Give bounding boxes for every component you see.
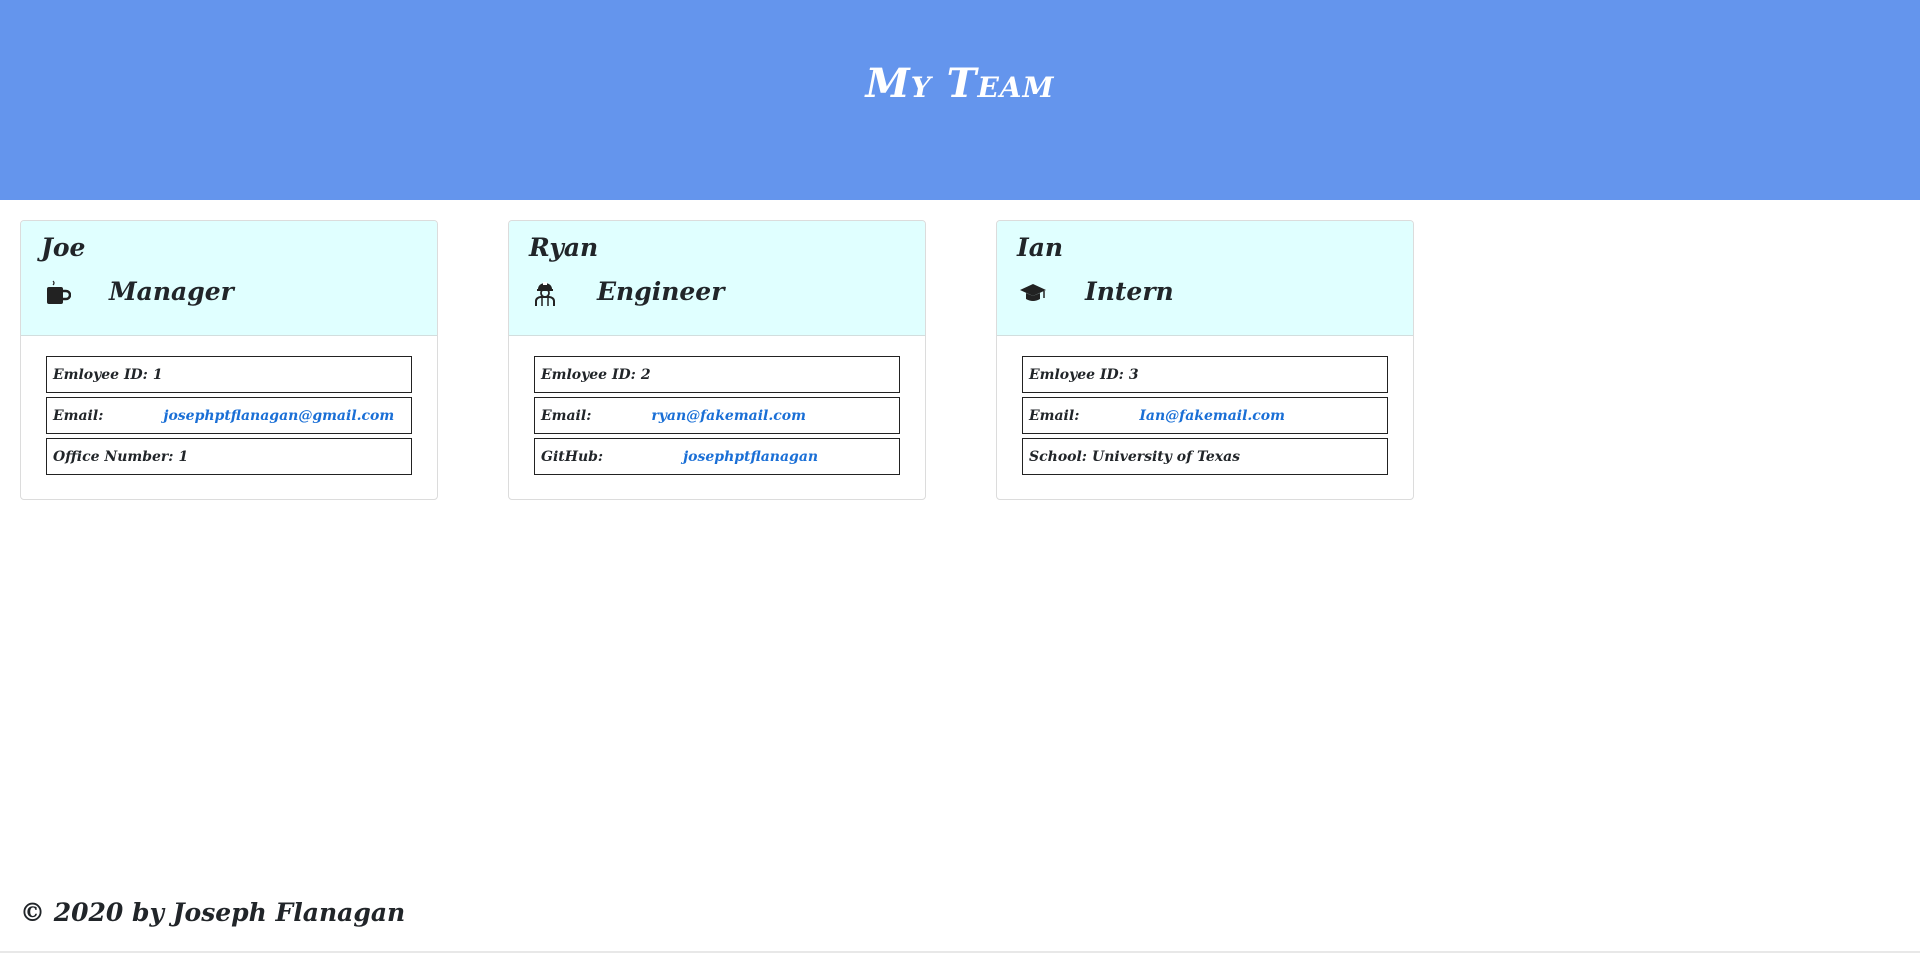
card-header: Joe Manager [21,221,437,336]
employee-id-row: Emloyee ID: 2 [534,356,900,393]
employee-card-engineer: Ryan Engineer Emloyee ID: 2 Email: ryan@… [508,220,926,500]
employee-id-label: Emloyee ID: [53,366,148,383]
card-header: Ian Intern [997,221,1413,336]
engineer-icon [535,282,555,306]
employee-name: Joe [41,233,86,262]
email-link[interactable]: josephptflanagan@gmail.com [163,408,394,424]
github-row: GitHub: josephptflanagan [534,438,900,475]
office-number-value: 1 [178,448,189,465]
card-body: Emloyee ID: 3 Email: Ian@fakemail.com Sc… [997,336,1413,475]
employee-id-value: 2 [640,366,651,383]
employee-card-manager: Joe Manager Emloyee ID: 1 Email: josephp… [20,220,438,500]
card-body: Emloyee ID: 2 Email: ryan@fakemail.com G… [509,336,925,475]
email-link[interactable]: ryan@fakemail.com [651,408,806,424]
email-label: Email: [1029,407,1080,424]
employee-name: Ian [1017,233,1064,262]
email-row: Email: josephptflanagan@gmail.com [46,397,412,434]
employee-id-label: Emloyee ID: [1029,366,1124,383]
employee-card-intern: Ian Intern Emloyee ID: 3 Email: Ian@fake… [996,220,1414,500]
email-row: Email: Ian@fakemail.com [1022,397,1388,434]
employee-id-value: 3 [1128,366,1139,383]
email-label: Email: [541,407,592,424]
email-link[interactable]: Ian@fakemail.com [1139,408,1285,424]
employee-role: Engineer [597,277,725,306]
footer-copyright: © 2020 by Joseph Flanagan [20,898,406,927]
page-header: My Team [0,0,1920,200]
email-row: Email: ryan@fakemail.com [534,397,900,434]
employee-id-row: Emloyee ID: 3 [1022,356,1388,393]
card-body: Emloyee ID: 1 Email: josephptflanagan@gm… [21,336,437,475]
employee-id-value: 1 [152,366,163,383]
github-link[interactable]: josephptflanagan [683,449,818,465]
school-label: School: [1029,448,1087,465]
school-row: School: University of Texas [1022,438,1388,475]
page-title: My Team [865,60,1055,107]
office-number-row: Office Number: 1 [46,438,412,475]
office-number-label: Office Number: [53,448,174,465]
mug-icon [47,280,71,304]
github-label: GitHub: [541,448,604,465]
employee-name: Ryan [529,233,599,262]
card-header: Ryan Engineer [509,221,925,336]
email-label: Email: [53,407,104,424]
graduation-cap-icon [1020,284,1046,301]
employee-id-row: Emloyee ID: 1 [46,356,412,393]
employee-role: Intern [1085,277,1174,306]
team-cards: Joe Manager Emloyee ID: 1 Email: josephp… [20,220,1414,500]
employee-id-label: Emloyee ID: [541,366,636,383]
school-value: University of Texas [1091,448,1241,465]
employee-role: Manager [109,277,234,306]
